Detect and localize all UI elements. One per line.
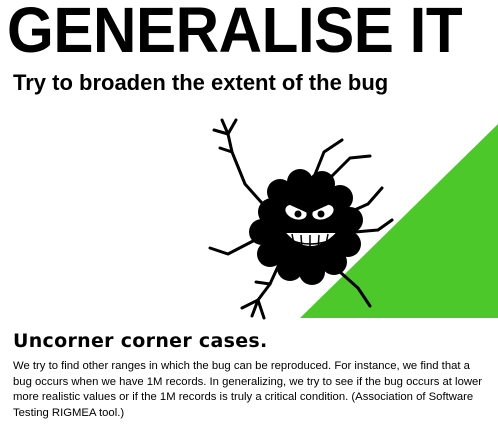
page-title: GENERALISE IT bbox=[7, 0, 463, 66]
body-paragraph: We try to find other ranges in which the… bbox=[13, 360, 483, 419]
section-heading: Uncorner corner cases. bbox=[13, 330, 268, 352]
subtitle: Try to broaden the extent of the bug bbox=[13, 70, 389, 95]
angry-bug-icon bbox=[208, 118, 394, 320]
